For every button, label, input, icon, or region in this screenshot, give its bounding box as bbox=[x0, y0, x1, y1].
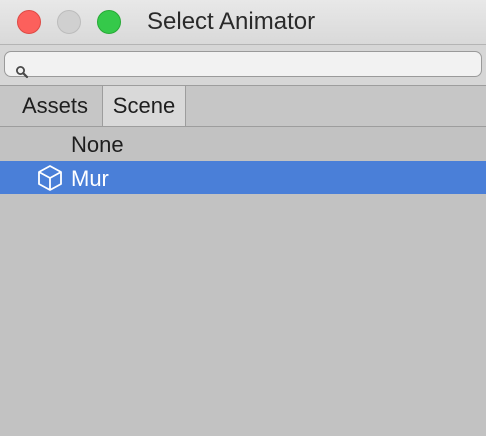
minimize-window-button[interactable] bbox=[57, 10, 81, 34]
gameobject-cube-icon bbox=[38, 165, 62, 191]
search-bar bbox=[0, 45, 486, 86]
list-item-label: None bbox=[71, 132, 124, 157]
object-list: None Mur bbox=[0, 127, 486, 194]
tab-assets[interactable]: Assets bbox=[10, 86, 100, 126]
title-bar: Select Animator bbox=[0, 0, 486, 45]
search-icon bbox=[16, 66, 29, 79]
close-window-button[interactable] bbox=[17, 10, 41, 34]
maximize-window-button[interactable] bbox=[97, 10, 121, 34]
list-item-mur[interactable]: Mur bbox=[0, 161, 486, 194]
tab-scene[interactable]: Scene bbox=[102, 86, 186, 126]
tab-bar: Assets Scene bbox=[0, 86, 486, 127]
list-item-label: Mur bbox=[71, 166, 109, 191]
window-title: Select Animator bbox=[147, 8, 316, 35]
search-input[interactable] bbox=[4, 51, 482, 79]
list-item-none[interactable]: None bbox=[0, 127, 486, 160]
